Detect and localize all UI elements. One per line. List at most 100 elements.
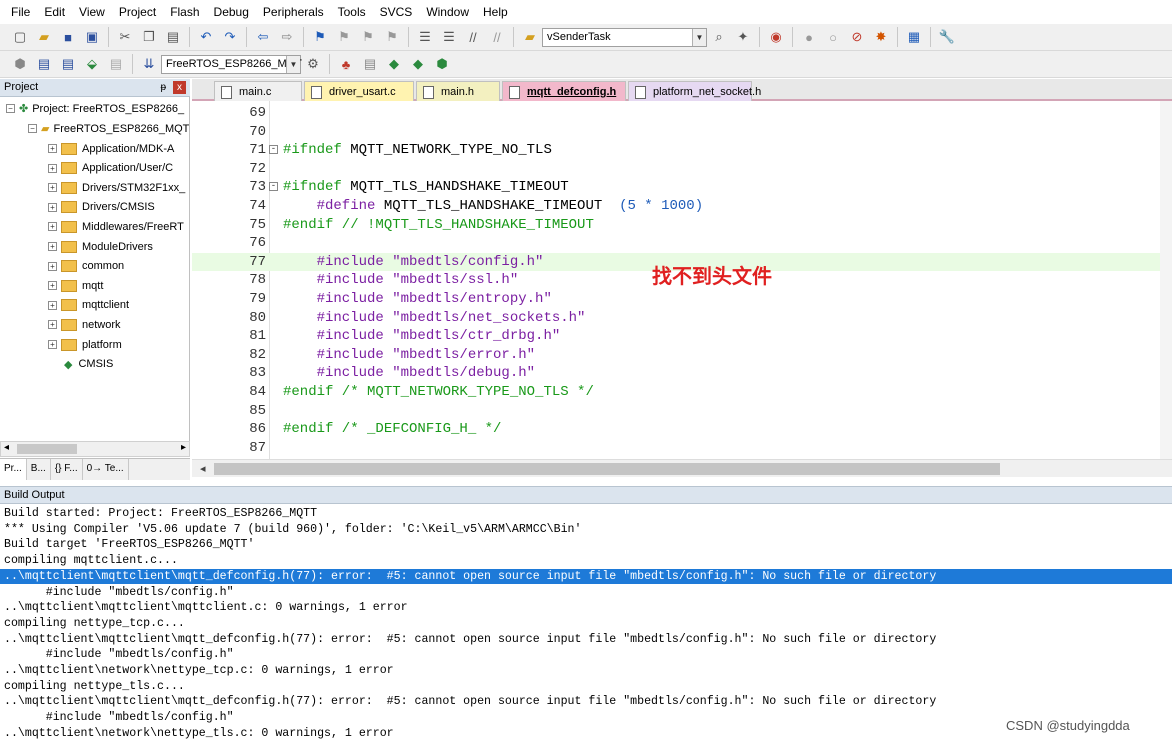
build-output-line[interactable]: ..\mqttclient\mqttclient\mqtt_defconfig.…: [0, 694, 1172, 710]
code-line[interactable]: 73- #ifndef MQTT_TLS_HANDSHAKE_TIMEOUT: [192, 178, 1160, 197]
code-line[interactable]: 87: [192, 439, 1160, 458]
expand-icon[interactable]: +: [48, 144, 57, 153]
menu-peripherals[interactable]: Peripherals: [256, 0, 331, 24]
bookmark-next-icon[interactable]: ⚑: [358, 27, 378, 47]
editor-hscrollbar[interactable]: ◂: [192, 459, 1172, 477]
build-output-line[interactable]: compiling nettype_tls.c...: [0, 679, 1172, 695]
indent-icon[interactable]: ☰: [415, 27, 435, 47]
expand-icon[interactable]: +: [48, 183, 57, 193]
stop-build-icon[interactable]: ▤: [106, 54, 126, 74]
batch-build-icon[interactable]: ⬙: [82, 54, 102, 74]
expand-icon[interactable]: +: [48, 222, 57, 232]
editor-tab[interactable]: main.h: [416, 81, 500, 101]
build-output-line[interactable]: #include "mbedtls/config.h": [0, 585, 1172, 601]
tree-target[interactable]: − ▰ FreeRTOS_ESP8266_MQT: [28, 119, 189, 138]
code-line[interactable]: 80 #include "mbedtls/net_sockets.h": [192, 309, 1160, 328]
pin-icon[interactable]: ᵽ: [160, 79, 166, 96]
save-icon[interactable]: ■: [58, 27, 78, 47]
code-line[interactable]: 79 #include "mbedtls/entropy.h": [192, 290, 1160, 309]
run-time-env-icon[interactable]: ⬢: [432, 54, 452, 74]
code-line[interactable]: 75 #endif // !MQTT_TLS_HANDSHAKE_TIMEOUT: [192, 216, 1160, 235]
configure-icon[interactable]: 🔧: [937, 27, 957, 47]
expand-icon[interactable]: +: [48, 261, 57, 271]
editor-vscrollbar[interactable]: [1160, 101, 1172, 459]
expand-icon[interactable]: +: [48, 340, 57, 349]
expand-icon[interactable]: +: [48, 202, 57, 212]
code-line[interactable]: 86 #endif /* _DEFCONFIG_H_ */: [192, 420, 1160, 439]
fold-icon[interactable]: -: [269, 182, 278, 192]
menu-flash[interactable]: Flash: [163, 0, 206, 24]
tree-root[interactable]: − ✤ Project: FreeRTOS_ESP8266_: [6, 99, 184, 118]
pack-installer-icon[interactable]: ◆: [384, 54, 404, 74]
file-extensions-icon[interactable]: ▤: [360, 54, 380, 74]
nav-back-icon[interactable]: ⇦: [253, 27, 273, 47]
expand-icon[interactable]: +: [48, 242, 57, 251]
build-output-line[interactable]: ..\mqttclient\mqttclient\mqtt_defconfig.…: [0, 568, 1172, 585]
menu-debug[interactable]: Debug: [207, 0, 256, 24]
code-line[interactable]: 83 #include "mbedtls/debug.h": [192, 364, 1160, 383]
menu-help[interactable]: Help: [476, 0, 515, 24]
target-combo[interactable]: FreeRTOS_ESP8266_MQT ▼: [161, 54, 302, 74]
code-line[interactable]: 84 #endif /* MQTT_NETWORK_TYPE_NO_TLS */: [192, 383, 1160, 402]
incremental-find-icon[interactable]: ✦: [733, 27, 753, 47]
menu-edit[interactable]: Edit: [37, 0, 72, 24]
tree-item[interactable]: + Application/MDK-A: [48, 139, 174, 158]
tree-item[interactable]: + ModuleDrivers: [48, 237, 153, 256]
tree-item[interactable]: + common: [48, 257, 124, 276]
bookmark-icon[interactable]: ⚑: [310, 27, 330, 47]
tab-project[interactable]: Pr...: [0, 459, 27, 480]
tree-item[interactable]: + Drivers/STM32F1xx_: [48, 178, 185, 197]
tree-item[interactable]: ◆ CMSIS: [64, 355, 113, 374]
collapse-icon[interactable]: −: [28, 124, 37, 133]
tree-item[interactable]: + platform: [48, 335, 122, 354]
rebuild-icon[interactable]: ▤: [58, 54, 78, 74]
select-packs-icon[interactable]: ◆: [408, 54, 428, 74]
new-file-icon[interactable]: ▢: [10, 27, 30, 47]
code-line[interactable]: 72: [192, 160, 1160, 179]
chevron-down-icon[interactable]: ▼: [286, 55, 300, 73]
comment-icon[interactable]: //: [463, 27, 483, 47]
build-output-line[interactable]: ..\mqttclient\mqttclient\mqtt_defconfig.…: [0, 632, 1172, 648]
expand-icon[interactable]: +: [48, 163, 57, 173]
paste-icon[interactable]: ▤: [163, 27, 183, 47]
code-line[interactable]: 85: [192, 402, 1160, 421]
tab-books[interactable]: B...: [27, 459, 51, 480]
window-layout-icon[interactable]: ▦: [904, 27, 924, 47]
menu-file[interactable]: File: [4, 0, 37, 24]
scroll-right-icon[interactable]: ▸: [181, 442, 186, 453]
editor-tab[interactable]: driver_usart.c: [304, 81, 414, 101]
tree-item[interactable]: + mqtt: [48, 276, 103, 295]
code-line[interactable]: 69: [192, 104, 1160, 123]
menu-tools[interactable]: Tools: [331, 0, 373, 24]
uncomment-icon[interactable]: //: [487, 27, 507, 47]
copy-icon[interactable]: ❐: [139, 27, 159, 47]
build-output-line[interactable]: ..\mqttclient\network\nettype_tls.c: 0 w…: [0, 726, 1172, 742]
menu-view[interactable]: View: [72, 0, 112, 24]
find-in-files-icon[interactable]: ▰: [520, 27, 540, 47]
build-icon[interactable]: ▤: [34, 54, 54, 74]
expand-icon[interactable]: +: [48, 281, 57, 291]
tree-item[interactable]: + Drivers/CMSIS: [48, 198, 155, 217]
code-line[interactable]: 70: [192, 123, 1160, 142]
build-output-line[interactable]: compiling nettype_tcp.c...: [0, 616, 1172, 632]
download-icon[interactable]: ⇊: [139, 54, 159, 74]
fold-icon[interactable]: -: [269, 145, 278, 155]
code-line[interactable]: 76: [192, 234, 1160, 253]
editor-tab[interactable]: mqtt_defconfig.h: [502, 81, 626, 101]
build-output-line[interactable]: ..\mqttclient\network\nettype_tcp.c: 0 w…: [0, 663, 1172, 679]
menu-window[interactable]: Window: [419, 0, 476, 24]
debug-icon[interactable]: ◉: [766, 27, 786, 47]
expand-icon[interactable]: +: [48, 320, 57, 330]
build-output-line[interactable]: #include "mbedtls/config.h": [0, 647, 1172, 663]
code-line[interactable]: 74 #define MQTT_TLS_HANDSHAKE_TIMEOUT (5…: [192, 197, 1160, 216]
breakpoint-kill-icon[interactable]: ⊘: [847, 27, 867, 47]
scroll-left-icon[interactable]: ◂: [4, 442, 9, 453]
project-hscrollbar[interactable]: ◂ ▸: [0, 441, 190, 457]
editor-tab[interactable]: platform_net_socket.h: [628, 81, 761, 101]
bookmark-clear-icon[interactable]: ⚑: [382, 27, 402, 47]
open-folder-icon[interactable]: ▰: [34, 27, 54, 47]
save-all-icon[interactable]: ▣: [82, 27, 102, 47]
target-options-icon[interactable]: ⚙: [303, 54, 323, 74]
build-output-panel[interactable]: Build started: Project: FreeRTOS_ESP8266…: [0, 504, 1172, 745]
build-output-line[interactable]: compiling mqttclient.c...: [0, 553, 1172, 569]
